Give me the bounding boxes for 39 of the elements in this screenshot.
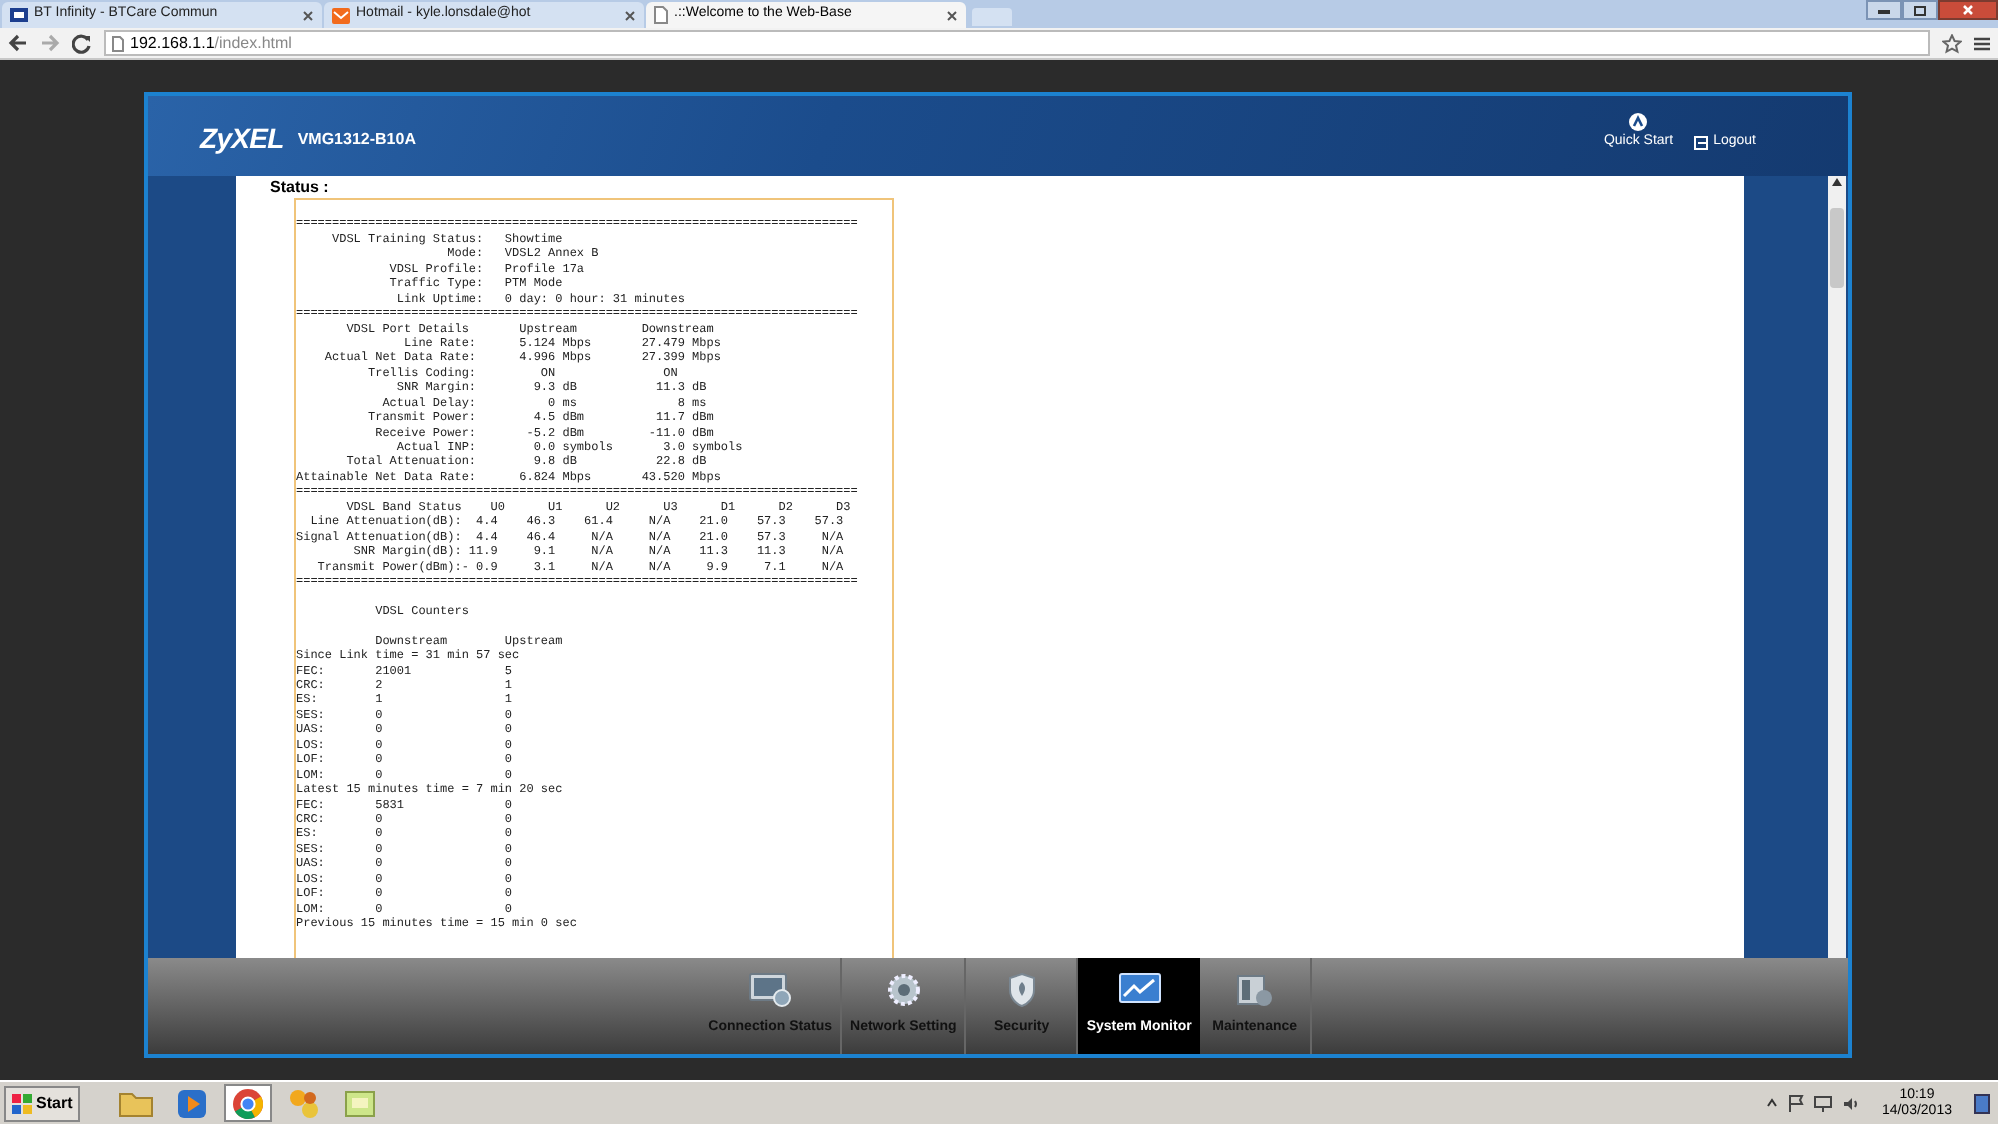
speaker-icon[interactable]	[1841, 1095, 1860, 1111]
brand-logo: ZyXEL	[200, 120, 284, 158]
play-icon	[176, 1087, 209, 1119]
close-icon	[1962, 4, 1974, 16]
gear-icon	[885, 972, 922, 1009]
restore-button[interactable]	[1902, 0, 1938, 20]
url-host: 192.168.1.1	[130, 31, 215, 55]
menu-icon[interactable]	[1974, 35, 1990, 51]
page-icon	[112, 35, 124, 51]
close-icon	[302, 9, 314, 21]
section-title: Status :	[270, 178, 331, 198]
shield-icon	[1005, 972, 1038, 1009]
monitor-icon	[748, 972, 793, 1009]
puzzle-icon	[288, 1087, 321, 1119]
notes-icon	[344, 1087, 377, 1119]
taskbar-app[interactable]	[224, 1084, 273, 1122]
flag-icon[interactable]	[1787, 1094, 1804, 1112]
folder-icon	[118, 1088, 155, 1118]
chevron-icon[interactable]	[1765, 1098, 1778, 1108]
model-name: VMG1312-B10A	[297, 128, 416, 152]
windows-logo-icon	[12, 1093, 32, 1113]
close-icon	[946, 9, 958, 21]
url-path: /index.html	[214, 31, 292, 55]
browser-icon	[232, 1087, 265, 1119]
reload-icon[interactable]	[72, 33, 92, 53]
chart-icon	[1117, 972, 1162, 1009]
minimize-button[interactable]	[1866, 0, 1902, 20]
scrollbar-thumb[interactable]	[1830, 208, 1844, 288]
page-icon	[654, 6, 668, 24]
mail-icon	[332, 7, 350, 23]
close-button[interactable]	[1938, 0, 1998, 20]
back-icon[interactable]	[8, 34, 28, 52]
logo-icon	[10, 8, 28, 22]
address-field[interactable]: 192.168.1.1/index.html	[104, 30, 1930, 56]
star-icon[interactable]	[1942, 33, 1962, 53]
close-icon	[624, 9, 636, 21]
start-button[interactable]: Start	[4, 1085, 81, 1121]
show-desktop-button[interactable]	[1974, 1093, 1990, 1113]
logout-icon	[1693, 135, 1708, 150]
